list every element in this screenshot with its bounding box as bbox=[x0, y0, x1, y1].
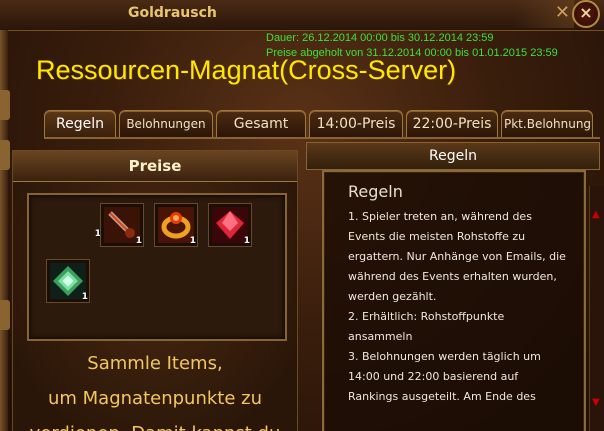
close-icon: × bbox=[579, 3, 593, 22]
tab-bar: Regeln Belohnungen Gesamt 14:00-Preis 22… bbox=[44, 110, 593, 140]
goldrausch-window: Goldrausch ✕ × Dauer: 26.12.2014 00:00 b… bbox=[0, 0, 604, 431]
tab-14-preis[interactable]: 14:00-Preis bbox=[309, 110, 403, 138]
prizes-header: Preise bbox=[13, 151, 297, 182]
prize-qty: 1 bbox=[135, 236, 142, 246]
rules-title: Regeln bbox=[348, 182, 403, 201]
rules-line: 1. Spieler treten an, während des bbox=[348, 210, 532, 223]
prizes-panel: Preise 1 1 1 1 1 Sammle Items, um Magnat… bbox=[12, 150, 298, 431]
rules-line: Rankings ausgeteilt. Am Ende des bbox=[348, 390, 536, 403]
prize-qty: 1 bbox=[243, 236, 250, 246]
window-title: Goldrausch bbox=[128, 5, 217, 21]
prize-slot-blank: 1 bbox=[27, 193, 101, 239]
rules-line: ansammeln bbox=[348, 330, 413, 343]
tab-belohnungen[interactable]: Belohnungen bbox=[119, 110, 213, 138]
prize-slot[interactable]: 1 bbox=[100, 203, 144, 247]
rules-panel: Regeln 1. Spieler treten an, während des… bbox=[322, 170, 586, 431]
rules-line: Events die meisten Rohstoffe zu bbox=[348, 230, 526, 243]
prize-qty: 1 bbox=[189, 236, 196, 246]
tab-22-preis[interactable]: 22:00-Preis bbox=[406, 110, 498, 138]
close-button[interactable]: × bbox=[572, 0, 600, 28]
ring-icon bbox=[158, 207, 194, 243]
event-period: Dauer: 26.12.2014 00:00 bis 30.12.2014 2… bbox=[266, 32, 494, 44]
title-bar: Goldrausch ✕ × bbox=[0, 0, 604, 31]
left-border bbox=[0, 30, 10, 431]
tab-gesamt[interactable]: Gesamt bbox=[216, 110, 306, 138]
rules-line: 2. Erhältlich: Rohstoffpunkte bbox=[348, 310, 505, 323]
event-headline: Ressourcen-Magnat(Cross-Server) bbox=[36, 55, 457, 85]
scroll-down-icon[interactable]: ▼ bbox=[592, 398, 602, 408]
tab-pkt-belohnung[interactable]: Pkt.Belohnung bbox=[501, 110, 593, 138]
rules-line: während des Events erhalten wurden, bbox=[348, 270, 557, 283]
left-notch bbox=[0, 300, 10, 330]
rules-line: werden gezählt. bbox=[348, 290, 437, 303]
red-gem-icon bbox=[212, 207, 248, 243]
prize-grid: 1 1 1 1 1 bbox=[27, 193, 287, 341]
prize-qty: 1 bbox=[81, 292, 88, 302]
tab-underline bbox=[44, 137, 600, 139]
green-gem-icon bbox=[50, 263, 86, 299]
left-notch bbox=[0, 90, 10, 120]
prize-description-line: um Magnatenpunkte zu bbox=[47, 388, 262, 409]
sword-icon bbox=[104, 207, 140, 243]
prize-description-line: Sammle Items, bbox=[87, 353, 223, 374]
prize-slot[interactable]: 1 bbox=[208, 203, 252, 247]
rules-scrollbar[interactable]: ▲ ▼ bbox=[589, 186, 604, 431]
scroll-up-icon[interactable]: ▲ bbox=[592, 210, 602, 220]
rules-line: ergattern. Nur Anhänge von Emails, die bbox=[348, 250, 566, 263]
pin-icon: ✕ bbox=[554, 2, 570, 23]
prize-slot[interactable]: 1 bbox=[154, 203, 198, 247]
rules-line: 3. Belohnungen werden täglich um bbox=[348, 350, 541, 363]
prize-slot[interactable]: 1 bbox=[46, 259, 90, 303]
prize-description-line: verdienen. Damit kannst du bbox=[13, 423, 297, 431]
rules-header: Regeln bbox=[306, 142, 600, 170]
tab-regeln[interactable]: Regeln bbox=[44, 110, 116, 138]
rules-line: 14:00 und 22:00 basierend auf bbox=[348, 370, 519, 383]
left-notch bbox=[0, 140, 10, 170]
